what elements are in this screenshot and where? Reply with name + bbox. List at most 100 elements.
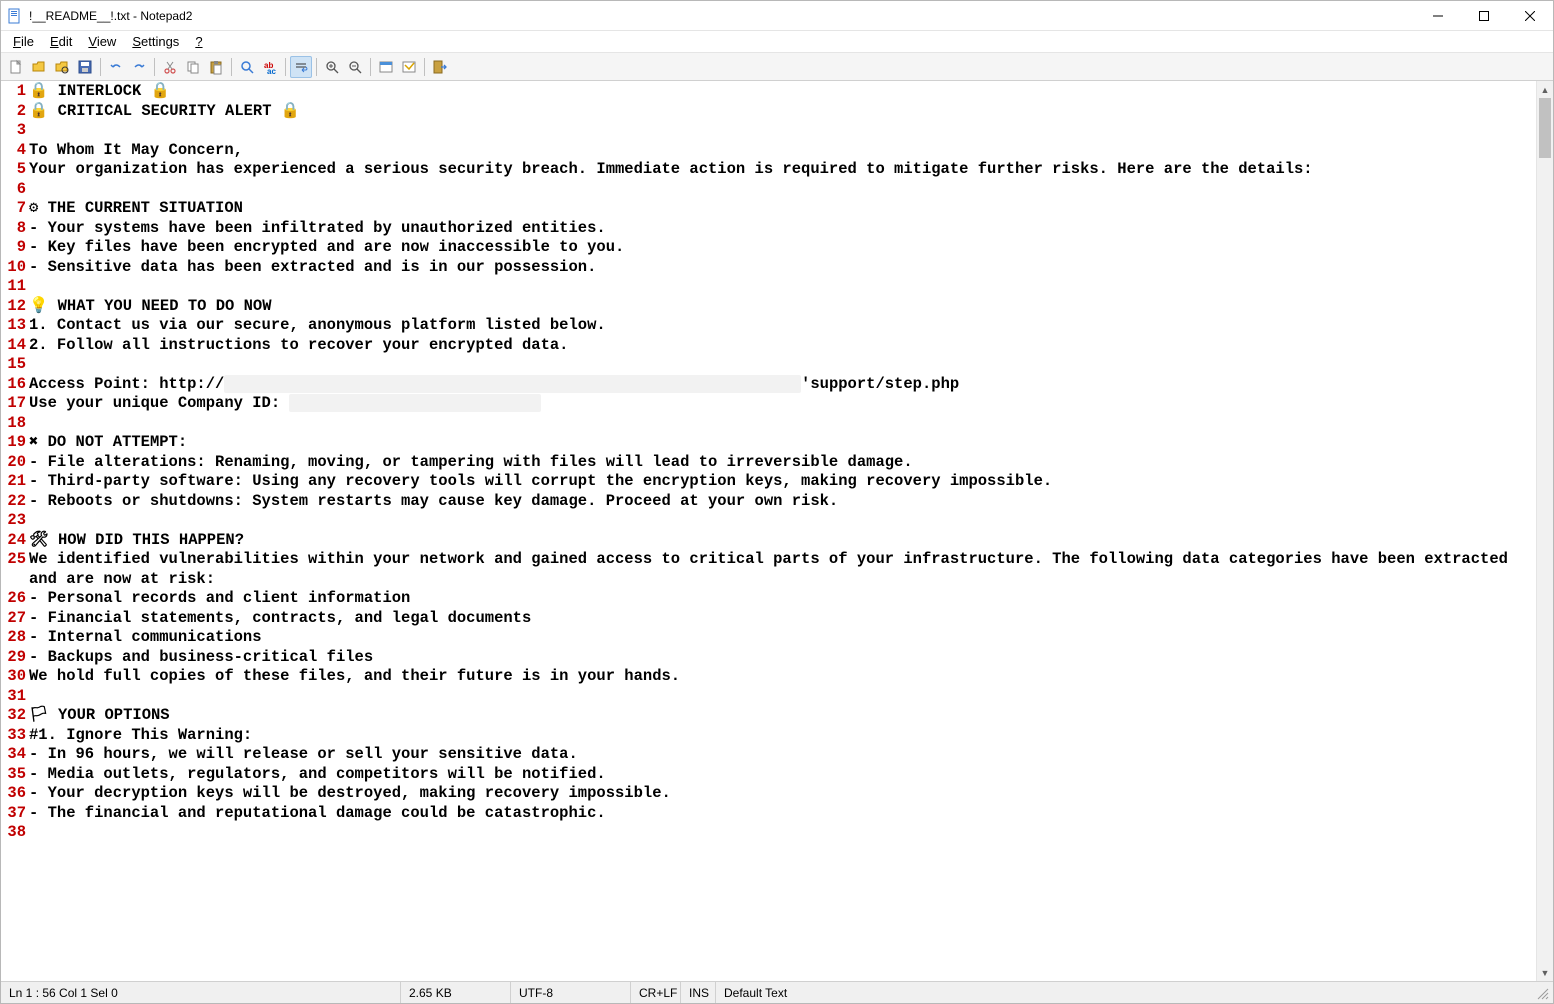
editor-line[interactable]: 22- Reboots or shutdowns: System restart…	[1, 492, 1536, 512]
close-button[interactable]	[1507, 1, 1553, 30]
editor-line[interactable]: 4To Whom It May Concern,	[1, 141, 1536, 161]
line-content[interactable]: To Whom It May Concern,	[29, 141, 1536, 161]
line-content[interactable]: 2. Follow all instructions to recover yo…	[29, 336, 1536, 356]
menu-help[interactable]: ?	[187, 32, 210, 51]
editor-line[interactable]: 30We hold full copies of these files, an…	[1, 667, 1536, 687]
editor-line[interactable]: 6	[1, 180, 1536, 200]
line-content[interactable]: Your organization has experienced a seri…	[29, 160, 1536, 180]
line-content[interactable]: - File alterations: Renaming, moving, or…	[29, 453, 1536, 473]
line-content[interactable]: - Your systems have been infiltrated by …	[29, 219, 1536, 239]
resize-grip[interactable]	[1531, 982, 1553, 1003]
undo-icon[interactable]	[105, 56, 127, 78]
editor-line[interactable]: 8- Your systems have been infiltrated by…	[1, 219, 1536, 239]
menu-view[interactable]: View	[80, 32, 124, 51]
status-insert-mode[interactable]: INS	[681, 982, 716, 1003]
line-content[interactable]: - The financial and reputational damage …	[29, 804, 1536, 824]
editor-line[interactable]: 15	[1, 355, 1536, 375]
browse-icon[interactable]	[51, 56, 73, 78]
editor-line[interactable]: 34- In 96 hours, we will release or sell…	[1, 745, 1536, 765]
menu-file[interactable]: File	[5, 32, 42, 51]
editor-line[interactable]: 27- Financial statements, contracts, and…	[1, 609, 1536, 629]
new-file-icon[interactable]	[5, 56, 27, 78]
line-content[interactable]: 🔒 CRITICAL SECURITY ALERT 🔒	[29, 102, 1536, 122]
line-content[interactable]: - Financial statements, contracts, and l…	[29, 609, 1536, 629]
zoom-out-icon[interactable]	[344, 56, 366, 78]
status-line-endings[interactable]: CR+LF	[631, 982, 681, 1003]
open-file-icon[interactable]	[28, 56, 50, 78]
editor-line[interactable]: 26- Personal records and client informat…	[1, 589, 1536, 609]
editor-line[interactable]: 24🛠 HOW DID THIS HAPPEN?	[1, 531, 1536, 551]
redo-icon[interactable]	[128, 56, 150, 78]
editor-line[interactable]: 33#1. Ignore This Warning:	[1, 726, 1536, 746]
menu-settings[interactable]: Settings	[124, 32, 187, 51]
paste-icon[interactable]	[205, 56, 227, 78]
maximize-button[interactable]	[1461, 1, 1507, 30]
editor-line[interactable]: 7⚙ THE CURRENT SITUATION	[1, 199, 1536, 219]
line-content[interactable]: - Your decryption keys will be destroyed…	[29, 784, 1536, 804]
editor-line[interactable]: 16Access Point: http:// 'support/step.ph…	[1, 375, 1536, 395]
editor-line[interactable]: 10- Sensitive data has been extracted an…	[1, 258, 1536, 278]
copy-icon[interactable]	[182, 56, 204, 78]
line-content[interactable]: - In 96 hours, we will release or sell y…	[29, 745, 1536, 765]
scroll-down-arrow[interactable]: ▼	[1537, 964, 1553, 981]
line-content[interactable]: - Personal records and client informatio…	[29, 589, 1536, 609]
find-icon[interactable]	[236, 56, 258, 78]
editor-line[interactable]: 17Use your unique Company ID:	[1, 394, 1536, 414]
line-content[interactable]: ⚙ THE CURRENT SITUATION	[29, 199, 1536, 219]
word-wrap-icon[interactable]	[290, 56, 312, 78]
line-content[interactable]: #1. Ignore This Warning:	[29, 726, 1536, 746]
line-content[interactable]: We identified vulnerabilities within you…	[29, 550, 1536, 589]
editor-line[interactable]: 5Your organization has experienced a ser…	[1, 160, 1536, 180]
vertical-scrollbar[interactable]: ▲ ▼	[1536, 81, 1553, 981]
editor-line[interactable]: 3	[1, 121, 1536, 141]
scheme-icon[interactable]	[375, 56, 397, 78]
line-content[interactable]: ✖ DO NOT ATTEMPT:	[29, 433, 1536, 453]
editor-line[interactable]: 31	[1, 687, 1536, 707]
line-content[interactable]: We hold full copies of these files, and …	[29, 667, 1536, 687]
line-content[interactable]: 1. Contact us via our secure, anonymous …	[29, 316, 1536, 336]
editor-line[interactable]: 18	[1, 414, 1536, 434]
menu-edit[interactable]: Edit	[42, 32, 80, 51]
zoom-in-icon[interactable]	[321, 56, 343, 78]
status-filetype[interactable]: Default Text	[716, 982, 1531, 1003]
line-content[interactable]: 🛠 HOW DID THIS HAPPEN?	[29, 531, 1536, 551]
minimize-button[interactable]	[1415, 1, 1461, 30]
save-icon[interactable]	[74, 56, 96, 78]
editor-line[interactable]: 12💡 WHAT YOU NEED TO DO NOW	[1, 297, 1536, 317]
editor-line[interactable]: 20- File alterations: Renaming, moving, …	[1, 453, 1536, 473]
editor-line[interactable]: 32🏳 YOUR OPTIONS	[1, 706, 1536, 726]
editor-line[interactable]: 2🔒 CRITICAL SECURITY ALERT 🔒	[1, 102, 1536, 122]
customize-icon[interactable]	[398, 56, 420, 78]
editor-line[interactable]: 29- Backups and business-critical files	[1, 648, 1536, 668]
line-content[interactable]: - Media outlets, regulators, and competi…	[29, 765, 1536, 785]
line-content[interactable]: 💡 WHAT YOU NEED TO DO NOW	[29, 297, 1536, 317]
scrollbar-thumb[interactable]	[1539, 98, 1551, 158]
line-content[interactable]: - Third-party software: Using any recove…	[29, 472, 1536, 492]
editor-line[interactable]: 25We identified vulnerabilities within y…	[1, 550, 1536, 589]
line-content[interactable]: 🏳 YOUR OPTIONS	[29, 706, 1536, 726]
editor-line[interactable]: 35- Media outlets, regulators, and compe…	[1, 765, 1536, 785]
editor-line[interactable]: 28- Internal communications	[1, 628, 1536, 648]
editor-line[interactable]: 19✖ DO NOT ATTEMPT:	[1, 433, 1536, 453]
line-content[interactable]: - Sensitive data has been extracted and …	[29, 258, 1536, 278]
editor-line[interactable]: 36- Your decryption keys will be destroy…	[1, 784, 1536, 804]
editor-line[interactable]: 23	[1, 511, 1536, 531]
cut-icon[interactable]	[159, 56, 181, 78]
line-content[interactable]: 🔒 INTERLOCK 🔒	[29, 82, 1536, 102]
line-content[interactable]: Access Point: http:// 'support/step.php	[29, 375, 1536, 395]
editor-line[interactable]: 1🔒 INTERLOCK 🔒	[1, 82, 1536, 102]
editor-line[interactable]: 142. Follow all instructions to recover …	[1, 336, 1536, 356]
editor-line[interactable]: 9- Key files have been encrypted and are…	[1, 238, 1536, 258]
line-content[interactable]: - Key files have been encrypted and are …	[29, 238, 1536, 258]
editor-line[interactable]: 21- Third-party software: Using any reco…	[1, 472, 1536, 492]
exit-icon[interactable]	[429, 56, 451, 78]
line-content[interactable]: - Internal communications	[29, 628, 1536, 648]
editor-line[interactable]: 38	[1, 823, 1536, 843]
replace-icon[interactable]: abac	[259, 56, 281, 78]
editor-line[interactable]: 131. Contact us via our secure, anonymou…	[1, 316, 1536, 336]
text-editor[interactable]: 1🔒 INTERLOCK 🔒2🔒 CRITICAL SECURITY ALERT…	[1, 81, 1536, 981]
scroll-up-arrow[interactable]: ▲	[1537, 81, 1553, 98]
line-content[interactable]: - Backups and business-critical files	[29, 648, 1536, 668]
line-content[interactable]: Use your unique Company ID:	[29, 394, 1536, 414]
editor-line[interactable]: 37- The financial and reputational damag…	[1, 804, 1536, 824]
